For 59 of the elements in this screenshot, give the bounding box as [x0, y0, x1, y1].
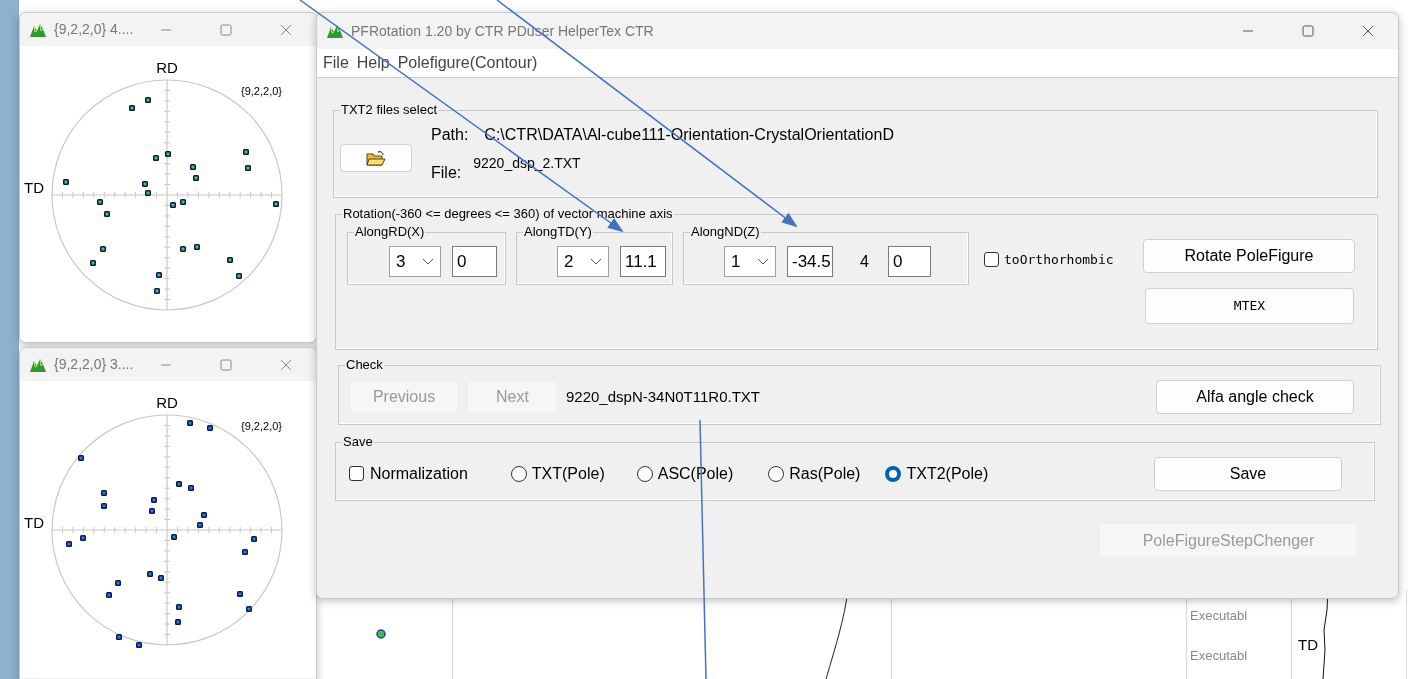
- order-dropdown[interactable]: 3: [389, 246, 441, 277]
- group-label: Rotation(-360 <= degrees <= 360) of vector machine axis: [342, 206, 674, 222]
- folder-icon: [366, 150, 386, 167]
- checkbox-label: toOrthorhombic: [1004, 251, 1114, 269]
- maximize-icon[interactable]: [1302, 25, 1314, 37]
- value-field[interactable]: 0: [887, 246, 931, 277]
- file-label: File:: [431, 163, 462, 183]
- radio-label: TXT2(Pole): [906, 463, 989, 484]
- radio-button[interactable]: [885, 465, 902, 482]
- window-title: {9,2,2,0} 4....: [54, 20, 134, 39]
- mtex-button[interactable]: MTEX: [1145, 288, 1354, 324]
- menu-item[interactable]: Help: [356, 51, 390, 75]
- close-icon[interactable]: [280, 23, 292, 36]
- background-text: Executabl: [1190, 607, 1248, 625]
- radio-button[interactable]: [510, 465, 527, 482]
- data-point-icon: [376, 629, 386, 639]
- angle-field[interactable]: -34.5: [787, 246, 833, 277]
- maximize-icon[interactable]: [220, 358, 232, 371]
- caret-icon: [590, 257, 602, 266]
- caret-icon: [422, 257, 434, 266]
- group-label: AlongND(Z): [690, 224, 761, 240]
- menu-item[interactable]: File: [323, 51, 349, 75]
- menu-item[interactable]: Polefigure(Contour): [397, 51, 538, 75]
- save-button[interactable]: Save: [1154, 456, 1342, 491]
- path-label: Path:: [431, 125, 469, 145]
- radio-button[interactable]: [768, 465, 785, 482]
- angle-field[interactable]: 0: [452, 246, 497, 277]
- field-label: 4: [860, 251, 869, 272]
- group-label: AlongRD(X): [354, 224, 426, 240]
- background-text: Executabl: [1190, 647, 1248, 665]
- close-icon[interactable]: [280, 358, 292, 371]
- angle-field[interactable]: 11.1: [620, 246, 666, 277]
- window-title: {9,2,2,0} 3....: [54, 355, 134, 374]
- radio-label: Ras(Pole): [789, 463, 861, 484]
- checkbox-label: Normalization: [370, 463, 468, 484]
- radio-label: TXT(Pole): [531, 463, 605, 484]
- order-dropdown[interactable]: 2: [557, 246, 609, 277]
- app-icon: [30, 357, 46, 372]
- caret-icon: [757, 257, 769, 266]
- folder-button[interactable]: [340, 144, 412, 172]
- axis-label: RD: [156, 394, 178, 411]
- plane-label: {9,2,2,0}: [241, 85, 282, 97]
- maximize-icon[interactable]: [220, 23, 232, 36]
- checkbox[interactable]: [984, 252, 999, 268]
- group-label: AlongTD(Y): [523, 224, 593, 240]
- radio-button[interactable]: [636, 465, 653, 482]
- axis-label: TD: [24, 514, 44, 531]
- close-icon[interactable]: [1362, 25, 1374, 37]
- checkbox[interactable]: [349, 466, 364, 481]
- rotate-button[interactable]: Rotate PoleFigure: [1143, 239, 1355, 273]
- order-dropdown[interactable]: 1: [724, 246, 776, 277]
- app-icon: [30, 22, 46, 37]
- app-icon: [327, 24, 343, 38]
- alfa-angle-button[interactable]: Alfa angle check: [1156, 380, 1354, 414]
- axis-label: RD: [156, 59, 178, 76]
- axis-label: TD: [1298, 635, 1318, 655]
- filename-text: 9220_dspN-34N0T11R0.TXT: [566, 386, 760, 407]
- plane-label: {9,2,2,0}: [241, 420, 282, 432]
- axis-label: TD: [24, 179, 44, 196]
